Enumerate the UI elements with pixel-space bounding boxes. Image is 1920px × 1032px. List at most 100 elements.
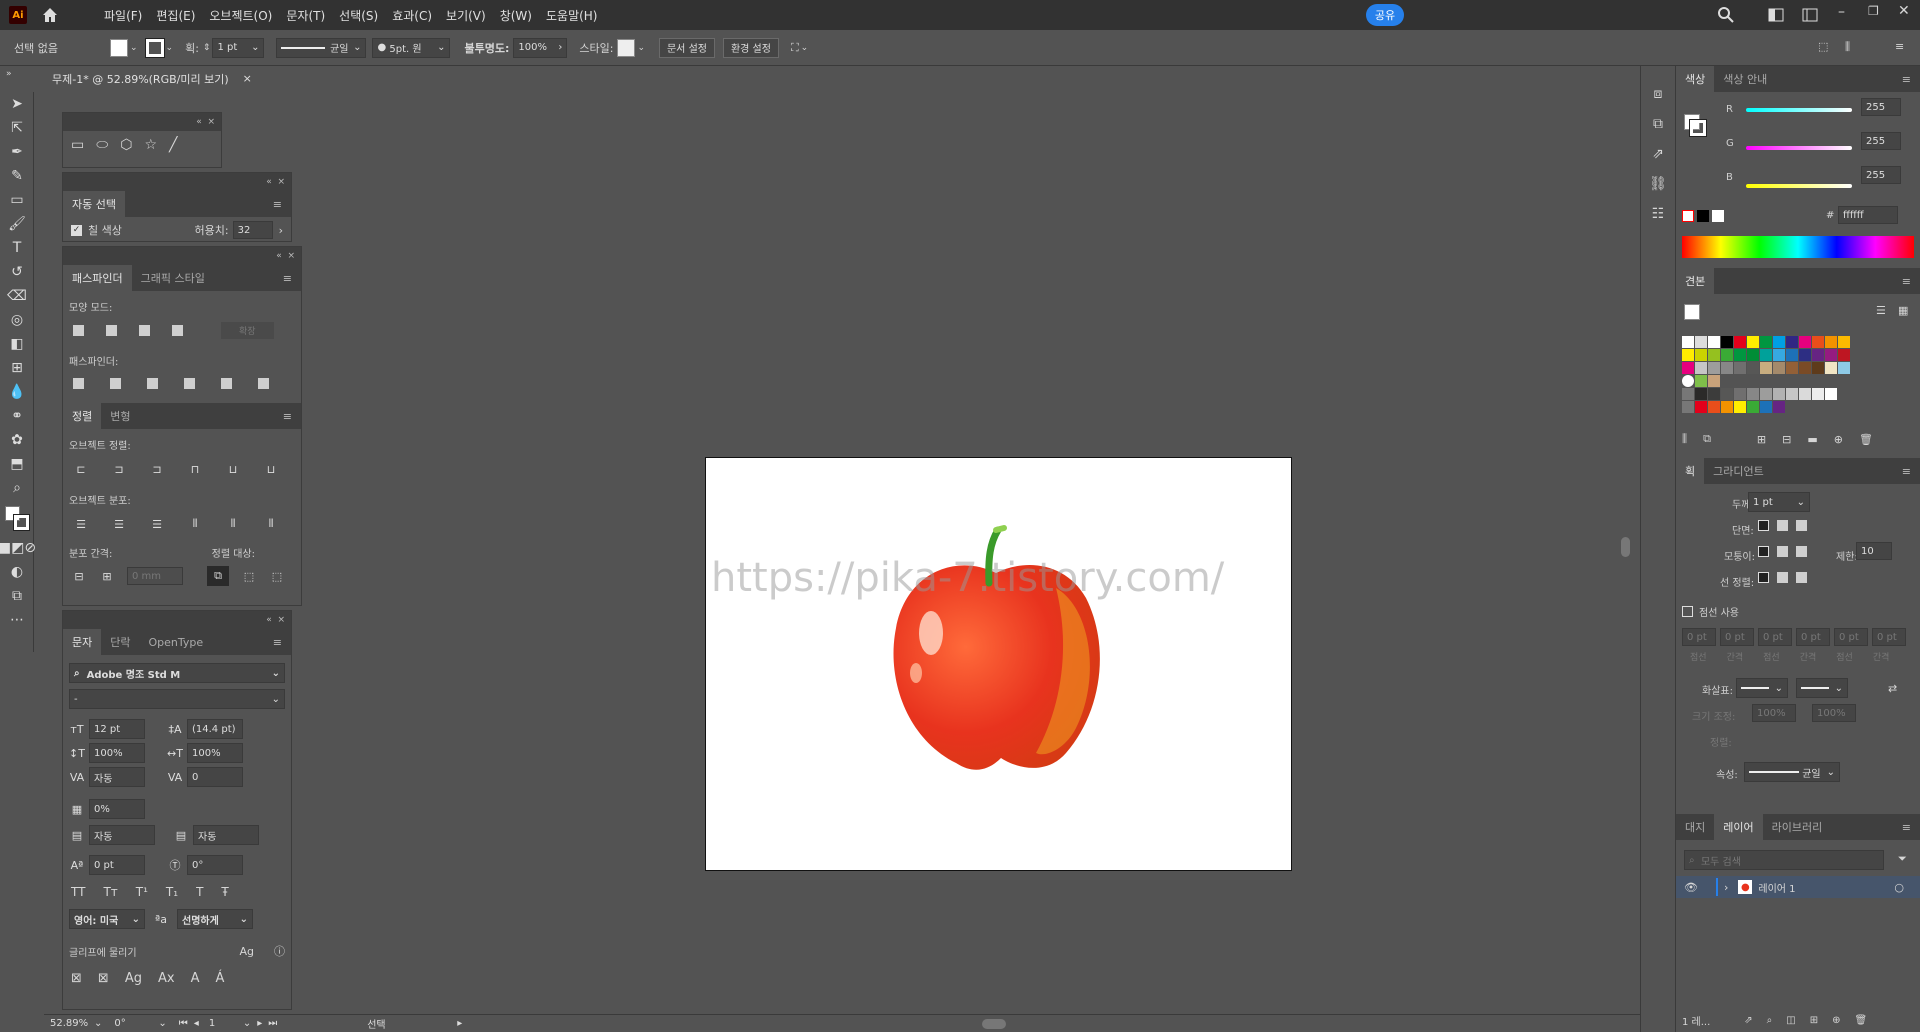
strikethrough-icon[interactable]: Ŧ — [221, 885, 228, 899]
screen-mode-icon[interactable]: ⧉ — [0, 584, 34, 608]
align-hcenter-icon[interactable]: ⊐ — [111, 462, 127, 476]
gradient-tool-icon[interactable]: ◧ — [0, 332, 34, 356]
menu-icon[interactable]: ≡ — [274, 265, 301, 291]
anti-alias-dropdown[interactable]: 선명하게 ⌄ — [177, 909, 253, 929]
panel-icon[interactable]: ⬚ — [1818, 40, 1828, 53]
swatch[interactable] — [1838, 362, 1850, 374]
miter-join-icon[interactable] — [1758, 546, 1769, 557]
baseline-shift-input[interactable]: 0 pt — [89, 855, 145, 875]
home-icon[interactable] — [41, 6, 59, 24]
divide-icon[interactable] — [73, 378, 84, 389]
align-bottom-icon[interactable]: ⊔ — [263, 462, 279, 476]
swatch[interactable] — [1773, 362, 1785, 374]
swatch[interactable] — [1747, 401, 1759, 413]
swatch[interactable] — [1786, 336, 1798, 348]
share-button[interactable]: 공유 — [1366, 4, 1404, 26]
align-right-icon[interactable]: ⊐ — [149, 462, 165, 476]
arrange-documents-icon[interactable] — [1768, 8, 1784, 22]
distribute-vcenter-icon[interactable]: ☰ — [111, 517, 127, 531]
swatch[interactable] — [1773, 336, 1785, 348]
swatch[interactable] — [1760, 362, 1772, 374]
aki-right-dropdown[interactable]: 자동 — [193, 825, 259, 845]
stroke-swatch[interactable] — [144, 37, 165, 58]
swatch[interactable] — [1721, 401, 1733, 413]
collapse-icon[interactable]: « — [196, 117, 202, 127]
swatch[interactable] — [1773, 349, 1785, 361]
swatch[interactable] — [1786, 362, 1798, 374]
workspace-icon[interactable] — [1802, 8, 1818, 22]
swatch[interactable] — [1786, 349, 1798, 361]
fill-color-swatch[interactable] — [1684, 304, 1700, 320]
swatch[interactable] — [1734, 336, 1746, 348]
collapse-icon[interactable]: « — [276, 251, 282, 261]
swap-icon[interactable]: ⇄ — [1888, 682, 1897, 695]
gap-3-input[interactable]: 0 pt — [1872, 628, 1906, 646]
swatch[interactable] — [1734, 401, 1746, 413]
profile-dropdown[interactable]: 균일 ⌄ — [1744, 762, 1840, 782]
menu-help[interactable]: 도움말(H) — [539, 7, 605, 24]
distribute-right-icon[interactable]: ⫴ — [263, 517, 279, 531]
menu-window[interactable]: 창(W) — [493, 7, 539, 24]
chevron-down-icon[interactable]: ⌄ — [637, 43, 645, 53]
eye-icon[interactable]: 👁 — [1684, 881, 1698, 894]
paintbrush-tool-icon[interactable]: 🖌 — [0, 212, 34, 236]
new-layer-icon[interactable]: ⊕ — [1832, 1015, 1840, 1026]
zoom-value[interactable]: 52.89% — [50, 1018, 94, 1029]
swatch[interactable] — [1695, 375, 1707, 387]
zoom-tool-icon[interactable]: ⌕ — [0, 476, 34, 500]
swatch[interactable] — [1812, 362, 1824, 374]
rectangle-tool-icon[interactable]: ▭ — [0, 188, 34, 212]
stroke-weight-input[interactable]: 1 pt ⌄ — [212, 37, 265, 58]
polygon-icon[interactable]: ⬡ — [120, 137, 132, 153]
swatch[interactable] — [1838, 336, 1850, 348]
menu-icon[interactable]: ≡ — [1893, 66, 1920, 92]
delete-icon[interactable]: 🗑 — [1855, 1015, 1868, 1026]
arrow-end-dropdown[interactable]: ⌄ — [1796, 678, 1848, 698]
swatch[interactable] — [1799, 336, 1811, 348]
close-icon[interactable]: ✕ — [1898, 3, 1910, 19]
library-icon[interactable]: ⫼ — [1682, 432, 1687, 446]
swatch[interactable] — [1695, 336, 1707, 348]
menu-edit[interactable]: 편집(E) — [149, 7, 202, 24]
prev-page-icon[interactable]: ◂ — [194, 1018, 199, 1029]
g-slider[interactable] — [1746, 146, 1852, 150]
distribute-bottom-icon[interactable]: ☰ — [149, 517, 165, 531]
close-icon[interactable]: × — [243, 72, 252, 85]
minimize-icon[interactable]: – — [1838, 4, 1845, 20]
all-caps-icon[interactable]: TT — [71, 885, 85, 899]
swatch[interactable] — [1708, 388, 1720, 400]
align-to-artboard-icon[interactable]: ⧉ — [207, 566, 229, 586]
swatch[interactable] — [1799, 349, 1811, 361]
swatch[interactable] — [1747, 336, 1759, 348]
subscript-icon[interactable]: T₁ — [166, 885, 178, 899]
clip-mask-icon[interactable]: ◫ — [1786, 1015, 1795, 1026]
export-icon[interactable]: ⇗ — [1652, 146, 1664, 162]
swatch[interactable] — [1760, 401, 1772, 413]
chevron-down-icon[interactable]: ⌄ — [166, 43, 174, 53]
white-swatch[interactable] — [1712, 210, 1724, 222]
swatch[interactable] — [1747, 349, 1759, 361]
arrange-icon[interactable]: ⛶ — [791, 41, 799, 55]
chevron-right-icon[interactable]: › — [1724, 881, 1728, 894]
brush-dropdown[interactable]: ● 5pt. 원 ⌄ — [372, 37, 451, 58]
g-input[interactable]: 255 — [1861, 132, 1901, 150]
rotate-tool-icon[interactable]: ↺ — [0, 260, 34, 284]
language-dropdown[interactable]: 영어: 미국 ⌄ — [69, 909, 145, 929]
preferences-button[interactable]: 환경 설정 — [722, 37, 779, 58]
tab-transform[interactable]: 변형 — [101, 403, 139, 429]
menu-view[interactable]: 보기(V) — [439, 7, 493, 24]
glyph-ag-icon[interactable]: Ag — [125, 971, 142, 986]
distribute-left-icon[interactable]: ⫴ — [187, 517, 203, 531]
color-mode-icon[interactable]: ■◩⊘ — [0, 536, 36, 560]
swatch[interactable] — [1682, 349, 1694, 361]
snap-glyph-icon[interactable]: Ag — [239, 945, 254, 958]
swatch[interactable] — [1825, 336, 1837, 348]
font-family-dropdown[interactable]: ⌕ Adobe 명조 Std M ⌄ — [69, 663, 285, 683]
tab-color[interactable]: 색상 — [1676, 66, 1715, 92]
dash-3-input[interactable]: 0 pt — [1834, 628, 1868, 646]
r-slider[interactable] — [1746, 108, 1852, 112]
distribute-top-icon[interactable]: ☰ — [73, 517, 89, 531]
small-caps-icon[interactable]: Tт — [103, 885, 117, 899]
leading-input[interactable]: (14.4 pt) — [187, 719, 243, 739]
menu-icon[interactable]: ≡ — [1895, 40, 1904, 53]
